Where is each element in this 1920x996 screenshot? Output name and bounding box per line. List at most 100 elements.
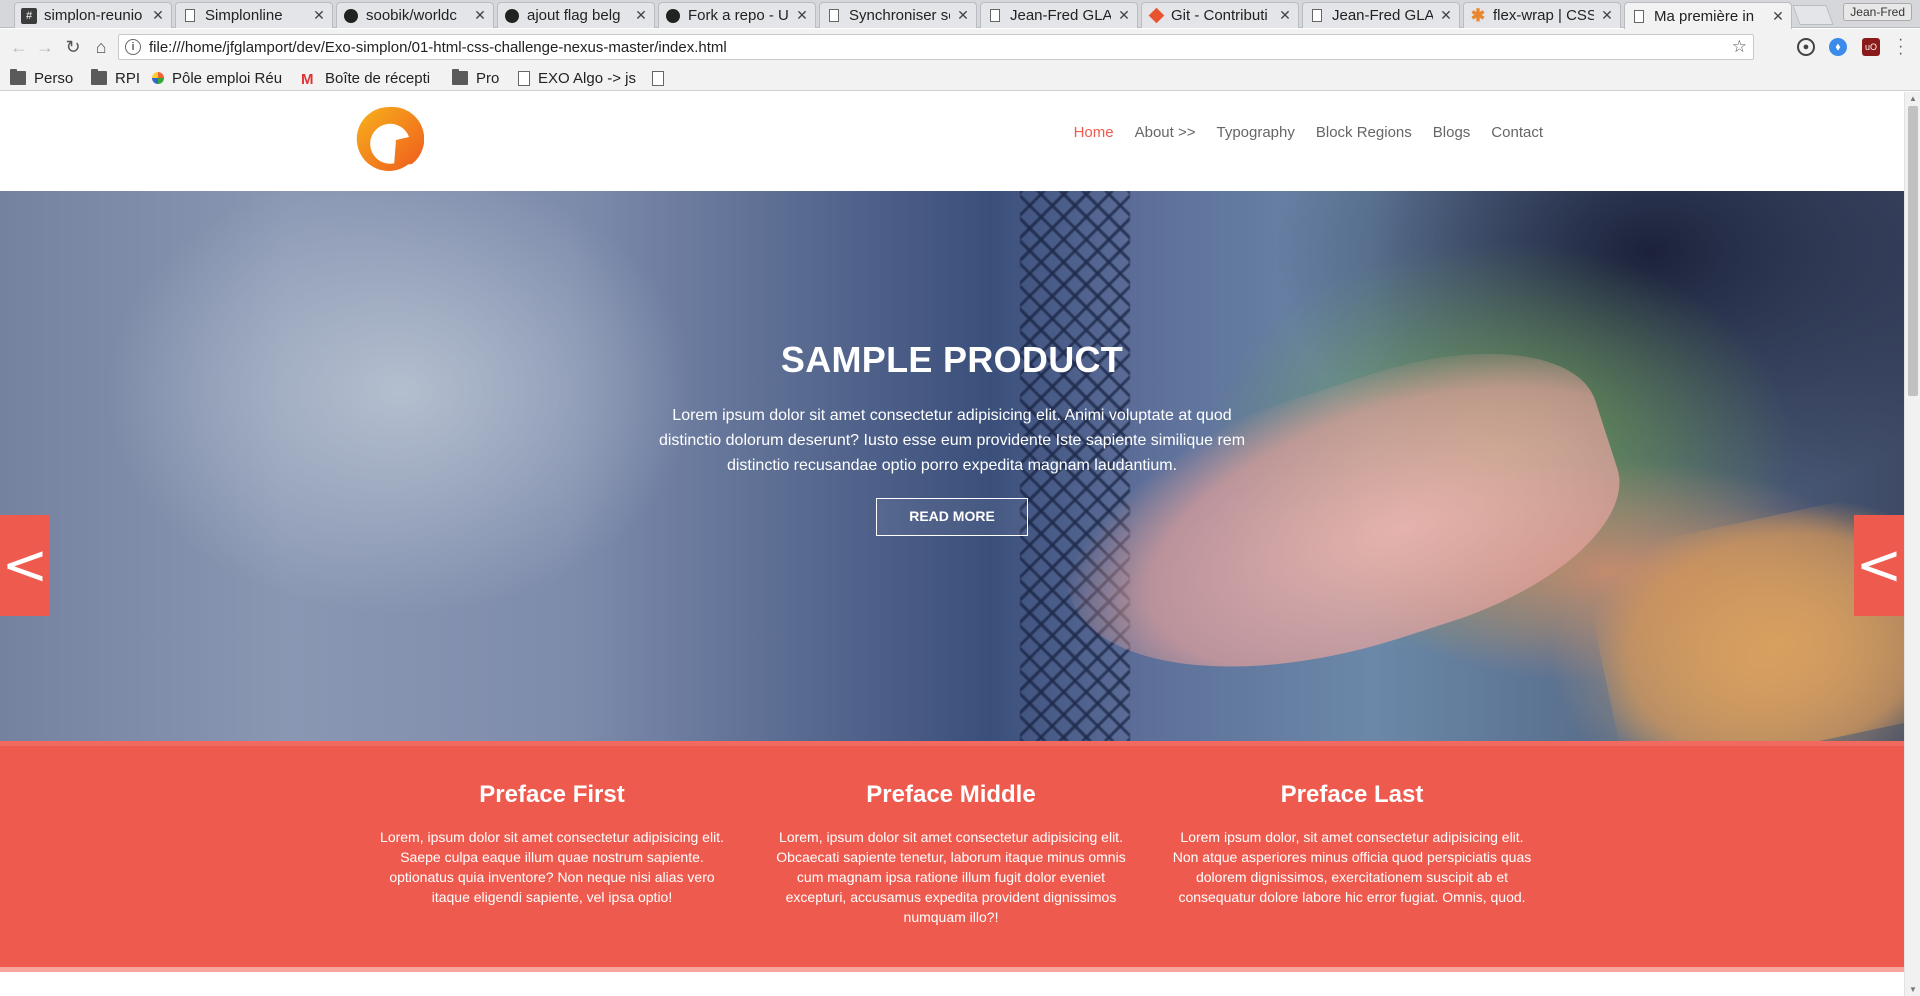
profile-button[interactable]: Jean-Fred — [1843, 3, 1912, 21]
bookmark-label: Boîte de récepti — [325, 69, 431, 87]
preface-title: Preface First — [479, 781, 625, 808]
site-header: Home About >> Typography Block Regions B… — [0, 92, 1904, 191]
page-icon — [182, 8, 198, 24]
scroll-down-icon[interactable]: ▼ — [1909, 985, 1917, 994]
close-icon[interactable]: ✕ — [795, 7, 809, 24]
asterisk-icon: ✱ — [1470, 5, 1486, 25]
nav-blogs[interactable]: Blogs — [1433, 124, 1471, 141]
tab-simplon-reunion[interactable]: # simplon-reunio ✕ — [14, 2, 172, 28]
browser-toolbar: ← → ↻ ⌂ i file:///home/jfglamport/dev/Ex… — [0, 29, 1920, 65]
scroll-up-icon[interactable]: ▲ — [1909, 94, 1917, 103]
preface-section: Preface First Lorem, ipsum dolor sit ame… — [0, 741, 1904, 967]
tab-title: Simplonline — [205, 7, 283, 24]
preface-middle: Preface Middle Lorem, ipsum dolor sit am… — [771, 781, 1131, 927]
page-icon — [826, 8, 842, 24]
bookmark-label: Pro — [476, 69, 500, 87]
tab-strip: # simplon-reunio ✕ Simplonline ✕ soobik/… — [0, 0, 1920, 29]
nav-home[interactable]: Home — [1074, 124, 1114, 141]
close-icon[interactable]: ✕ — [473, 7, 487, 24]
bookmark-pole-emploi[interactable]: Pôle emploi Réu — [152, 68, 286, 88]
hero-content: SAMPLE PRODUCT Lorem ipsum dolor sit ame… — [652, 339, 1252, 536]
tab-title: Fork a repo - Us — [688, 7, 789, 24]
close-icon[interactable]: ✕ — [1278, 7, 1292, 24]
tab-ma-premiere[interactable]: Ma première in ✕ — [1624, 2, 1792, 29]
read-more-button[interactable]: READ MORE — [876, 498, 1028, 536]
folder-icon — [10, 69, 26, 85]
hero-title: SAMPLE PRODUCT — [780, 339, 1124, 380]
bookmark-label: EXO Algo -> js — [538, 69, 636, 87]
nav-contact[interactable]: Contact — [1491, 124, 1543, 141]
next-section-edge — [0, 967, 1904, 996]
page-viewport: Home About >> Typography Block Regions B… — [0, 92, 1904, 996]
bookmark-rpi[interactable]: RPI — [91, 68, 140, 88]
forward-icon[interactable]: → — [32, 35, 58, 59]
tab-title: Jean-Fred GLA — [1332, 7, 1433, 24]
close-icon[interactable]: ✕ — [956, 7, 970, 24]
bookmarks-bar: Perso RPI Pôle emploi Réu M Boîte de réc… — [0, 65, 1920, 91]
hero-slider: SAMPLE PRODUCT Lorem ipsum dolor sit ame… — [0, 191, 1904, 741]
slider-prev-button[interactable]: < — [0, 515, 50, 616]
scrollbar-thumb[interactable] — [1908, 106, 1918, 396]
tab-soobik[interactable]: soobik/worldc ✕ — [336, 2, 494, 28]
ublock-icon[interactable]: uO — [1862, 38, 1880, 56]
preface-last: Preface Last Lorem ipsum dolor, sit amet… — [1172, 781, 1532, 907]
close-icon[interactable]: ✕ — [151, 7, 165, 24]
nav-block-regions[interactable]: Block Regions — [1316, 124, 1412, 141]
page-scrollbar[interactable]: ▲ ▼ — [1904, 92, 1920, 996]
tab-ajout-flag[interactable]: ajout flag belg ✕ — [497, 2, 655, 28]
folder-icon — [452, 69, 468, 85]
close-icon[interactable]: ✕ — [1439, 7, 1453, 24]
github-icon — [665, 8, 681, 24]
browser-menu-icon[interactable]: · · · — [1898, 32, 1903, 62]
bookmark-label: RPI — [115, 69, 141, 87]
tab-title: simplon-reunio — [44, 7, 143, 24]
pole-emploi-icon — [152, 72, 164, 84]
bookmark-gmail[interactable]: M Boîte de récepti — [301, 68, 437, 89]
nav-typography[interactable]: Typography — [1216, 124, 1294, 141]
slider-next-button[interactable]: < — [1854, 515, 1904, 616]
back-icon[interactable]: ← — [6, 35, 32, 59]
preface-text: Lorem, ipsum dolor sit amet consectetur … — [380, 829, 724, 905]
bookmark-untitled[interactable] — [650, 68, 672, 88]
preface-text: Lorem ipsum dolor, sit amet consectetur … — [1172, 829, 1532, 905]
tab-title: flex-wrap | CSS — [1493, 7, 1594, 24]
page-icon — [1631, 8, 1647, 24]
tab-jean-fred-2[interactable]: Jean-Fred GLA ✕ — [1302, 2, 1460, 28]
tab-jean-fred-1[interactable]: Jean-Fred GLA ✕ — [980, 2, 1138, 28]
preface-first: Preface First Lorem, ipsum dolor sit ame… — [372, 781, 732, 907]
new-tab-button[interactable] — [1792, 5, 1834, 25]
preface-title: Preface Last — [1280, 781, 1424, 808]
close-icon[interactable]: ✕ — [634, 7, 648, 24]
tab-title: ajout flag belg — [527, 7, 621, 24]
github-icon — [343, 8, 359, 24]
info-icon[interactable]: i — [125, 39, 141, 55]
nav-about[interactable]: About >> — [1135, 124, 1196, 141]
extension-circle-icon[interactable]: ● — [1797, 38, 1815, 56]
tab-synchroniser[interactable]: Synchroniser so ✕ — [819, 2, 977, 28]
bookmark-perso[interactable]: Perso — [10, 68, 73, 88]
page-icon — [652, 70, 664, 86]
tab-fork-repo[interactable]: Fork a repo - Us ✕ — [658, 2, 816, 28]
bookmark-pro[interactable]: Pro — [452, 68, 499, 88]
gmail-icon: M — [301, 71, 314, 88]
site-logo[interactable] — [354, 104, 424, 174]
github-icon — [504, 8, 520, 24]
close-icon[interactable]: ✕ — [312, 7, 326, 24]
address-bar[interactable]: i file:///home/jfglamport/dev/Exo-simplo… — [118, 34, 1754, 60]
close-icon[interactable]: ✕ — [1771, 8, 1785, 25]
home-icon[interactable]: ⌂ — [88, 35, 114, 59]
reload-icon[interactable]: ↻ — [60, 35, 86, 59]
tab-title: Git - Contributi — [1171, 7, 1268, 24]
close-icon[interactable]: ✕ — [1600, 7, 1614, 24]
tab-title: Ma première in — [1654, 7, 1755, 25]
hero-text: Lorem ipsum dolor sit amet consectetur a… — [658, 407, 1246, 474]
extension-drop-icon[interactable]: ⬧ — [1829, 38, 1847, 56]
tab-git-contributing[interactable]: Git - Contributi ✕ — [1141, 2, 1299, 28]
star-icon[interactable]: ☆ — [1732, 37, 1747, 57]
page-icon — [518, 70, 530, 86]
close-icon[interactable]: ✕ — [1117, 7, 1131, 24]
bookmark-exo-algo[interactable]: EXO Algo -> js — [516, 68, 636, 88]
url-text: file:///home/jfglamport/dev/Exo-simplon/… — [149, 38, 727, 56]
tab-flex-wrap[interactable]: ✱ flex-wrap | CSS ✕ — [1463, 2, 1621, 28]
tab-simplonline[interactable]: Simplonline ✕ — [175, 2, 333, 28]
